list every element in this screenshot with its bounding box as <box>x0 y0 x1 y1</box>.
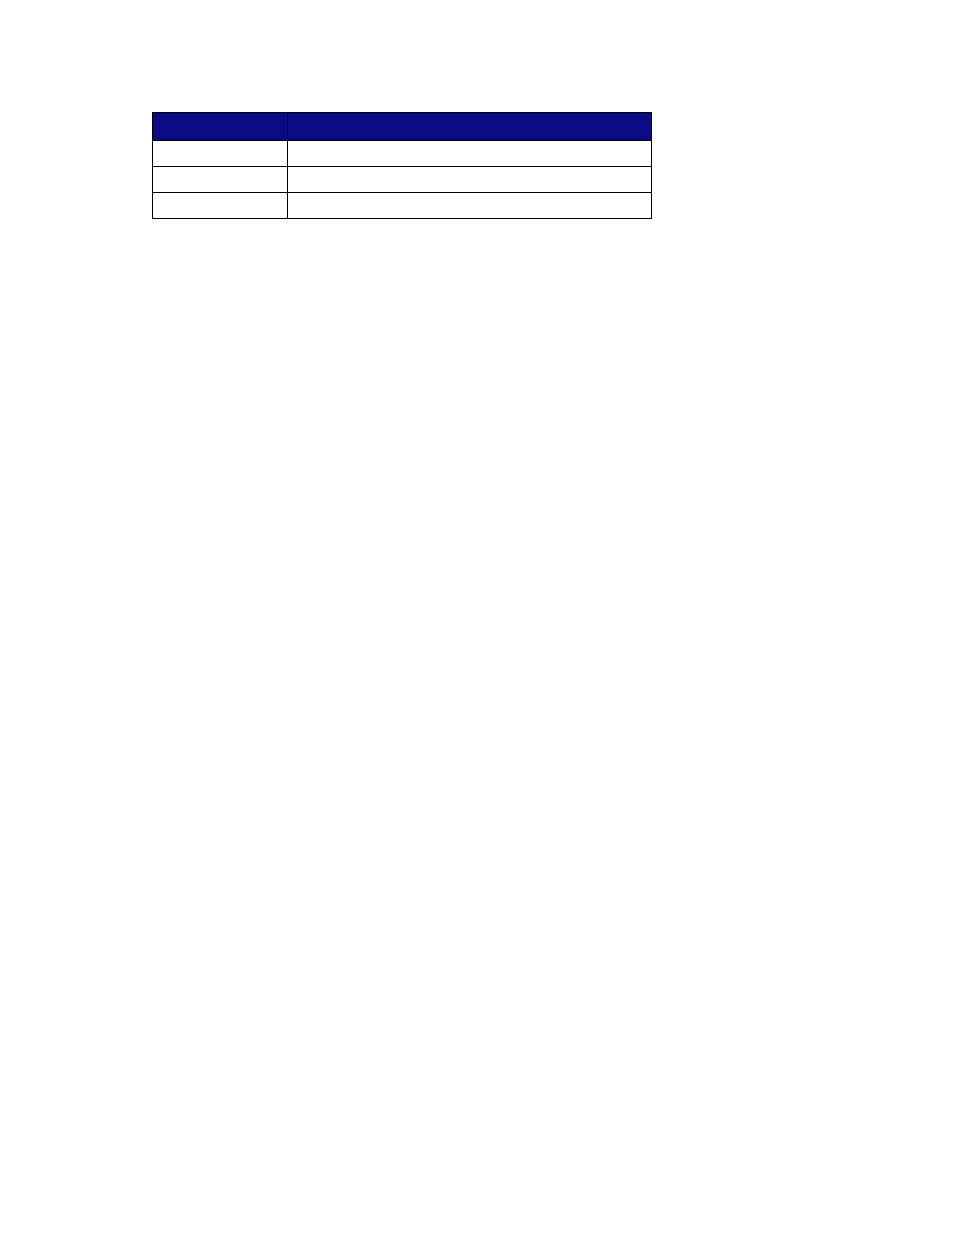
table-row <box>153 193 652 219</box>
table-cell <box>153 167 288 193</box>
table-cell <box>287 167 651 193</box>
table-row <box>153 141 652 167</box>
table-cell <box>287 141 651 167</box>
table-cell <box>153 193 288 219</box>
table-header-cell <box>287 113 651 141</box>
table-header-cell <box>153 113 288 141</box>
table-cell <box>153 141 288 167</box>
table-row <box>153 167 652 193</box>
table-header-row <box>153 113 652 141</box>
data-table <box>152 112 652 219</box>
table-container <box>152 112 652 219</box>
table-cell <box>287 193 651 219</box>
